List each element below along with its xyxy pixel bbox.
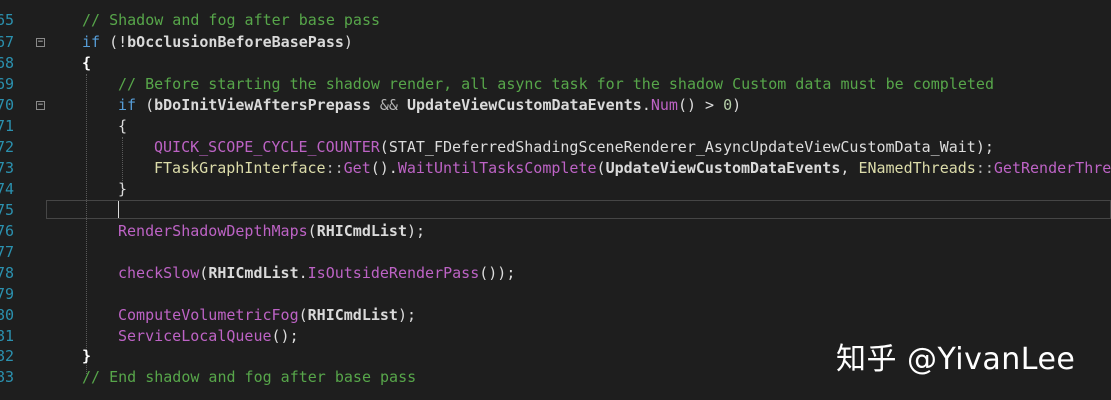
code-line[interactable]: 72 QUICK_SCOPE_CYCLE_COUNTER(STAT_FDefer… — [0, 137, 1111, 158]
variable: RHICmdList — [208, 264, 299, 282]
code-line[interactable]: 71 { — [0, 116, 1111, 137]
keyword: if — [118, 96, 137, 114]
punct: ()); — [479, 264, 516, 282]
code-line[interactable]: 75 — [0, 200, 1111, 221]
variable: bOcclusionBeforeBasePass — [127, 33, 344, 51]
code-line[interactable]: 78 checkSlow(RHICmdList.IsOutsideRenderP… — [0, 263, 1111, 284]
code-line[interactable]: 74 } — [0, 179, 1111, 200]
function-call: RenderShadowDepthMaps — [118, 222, 308, 240]
code-text: RenderShadowDepthMaps(RHICmdList); — [118, 221, 425, 242]
line-number: 77 — [0, 243, 14, 261]
brace: { — [118, 117, 128, 135]
variable: RHICmdList — [316, 222, 407, 240]
code-text: if (!bOcclusionBeforeBasePass) — [82, 32, 353, 53]
member-function: Num — [650, 96, 678, 114]
code-text: checkSlow(RHICmdList.IsOutsideRenderPass… — [118, 263, 515, 284]
variable: UpdateViewCustomDataEvents — [605, 159, 841, 177]
line-number: 72 — [0, 138, 14, 156]
code-comment: // Before starting the shadow render, al… — [118, 75, 994, 93]
collapse-icon[interactable]: − — [36, 101, 45, 110]
line-number: 79 — [0, 285, 14, 303]
line-number: 78 — [0, 264, 14, 282]
line-number: 76 — [0, 222, 14, 240]
code-line[interactable]: 80 ComputeVolumetricFog(RHICmdList); — [0, 305, 1111, 326]
punct: ( — [136, 96, 155, 114]
code-comment: // Shadow and fog after base pass — [82, 11, 381, 29]
variable: RHICmdList — [307, 306, 398, 324]
punct: . — [298, 264, 308, 282]
function-call: ServiceLocalQueue — [118, 327, 272, 345]
punct: ); — [975, 138, 994, 156]
code-line[interactable]: 70 − if (bDoInitViewAftersPrepass && Upd… — [0, 95, 1111, 116]
punct: (! — [100, 33, 128, 51]
code-line[interactable]: 69 // Before starting the shadow render,… — [0, 74, 1111, 95]
code-line[interactable]: 79 — [0, 284, 1111, 305]
punct: ); — [407, 222, 426, 240]
line-number: 71 — [0, 117, 14, 135]
scope-operator: :: — [975, 159, 994, 177]
brace: } — [82, 347, 92, 365]
brace: } — [118, 180, 128, 198]
class-name: ENamedThreads — [858, 159, 976, 177]
line-number: 70 — [0, 96, 14, 114]
scope-operator: :: — [325, 159, 344, 177]
class-name: FTaskGraphInterface — [154, 159, 326, 177]
macro: QUICK_SCOPE_CYCLE_COUNTER — [154, 138, 380, 156]
code-line[interactable]: 76 RenderShadowDepthMaps(RHICmdList); — [0, 221, 1111, 242]
punct: ); — [397, 306, 417, 324]
punct: . — [641, 96, 651, 114]
punct: ( — [298, 306, 308, 324]
watermark: 知乎 @YivanLee — [836, 342, 1076, 377]
code-text: FTaskGraphInterface::Get().WaitUntilTask… — [154, 158, 1111, 179]
punct: , — [840, 159, 859, 177]
code-comment: // End shadow and fog after base pass — [82, 368, 417, 386]
operator: && — [370, 96, 407, 114]
number: 0 — [723, 96, 733, 114]
punct: (); — [271, 327, 299, 345]
code-text: if (bDoInitViewAftersPrepass && UpdateVi… — [118, 95, 741, 116]
line-number: 83 — [0, 368, 14, 386]
punct: ( — [199, 264, 209, 282]
code-line[interactable]: 65 // Shadow and fog after base pass — [0, 10, 1111, 31]
line-number: 73 — [0, 159, 14, 177]
punct: (). — [370, 159, 398, 177]
line-number: 65 — [0, 11, 14, 29]
code-text: ComputeVolumetricFog(RHICmdList); — [118, 305, 416, 326]
code-text: ServiceLocalQueue(); — [118, 326, 299, 347]
line-number: 81 — [0, 327, 14, 345]
keyword: if — [82, 33, 101, 51]
code-line[interactable]: 68 { — [0, 53, 1111, 74]
punct: ) — [343, 33, 353, 51]
line-number: 67 — [0, 33, 14, 51]
code-line[interactable]: 73 FTaskGraphInterface::Get().WaitUntilT… — [0, 158, 1111, 179]
punct: ( — [596, 159, 606, 177]
punct: () > — [677, 96, 724, 114]
member-function: IsOutsideRenderPass — [307, 264, 480, 282]
punct: ) — [732, 96, 742, 114]
line-number: 80 — [0, 306, 14, 324]
code-text: QUICK_SCOPE_CYCLE_COUNTER(STAT_FDeferred… — [154, 137, 994, 158]
variable: UpdateViewCustomDataEvents — [407, 96, 642, 114]
punct: ( — [379, 138, 389, 156]
brace: { — [82, 54, 92, 72]
function-call: WaitUntilTasksComplete — [397, 159, 597, 177]
line-number: 75 — [0, 201, 14, 219]
line-number: 69 — [0, 75, 14, 93]
variable: bDoInitViewAftersPrepass — [154, 96, 371, 114]
line-number: 68 — [0, 54, 14, 72]
code-line[interactable]: 67 − if (!bOcclusionBeforeBasePass) — [0, 32, 1111, 53]
line-number: 74 — [0, 180, 14, 198]
macro: checkSlow — [118, 264, 200, 282]
function-call: Get — [343, 159, 371, 177]
function-call: ComputeVolumetricFog — [118, 306, 299, 324]
line-number: 82 — [0, 347, 14, 365]
identifier: STAT_FDeferredShadingSceneRenderer_Async… — [388, 138, 976, 156]
punct: ( — [307, 222, 317, 240]
function-call: GetRenderThre — [993, 159, 1111, 177]
code-line[interactable]: 77 — [0, 242, 1111, 263]
collapse-icon[interactable]: − — [36, 38, 45, 47]
